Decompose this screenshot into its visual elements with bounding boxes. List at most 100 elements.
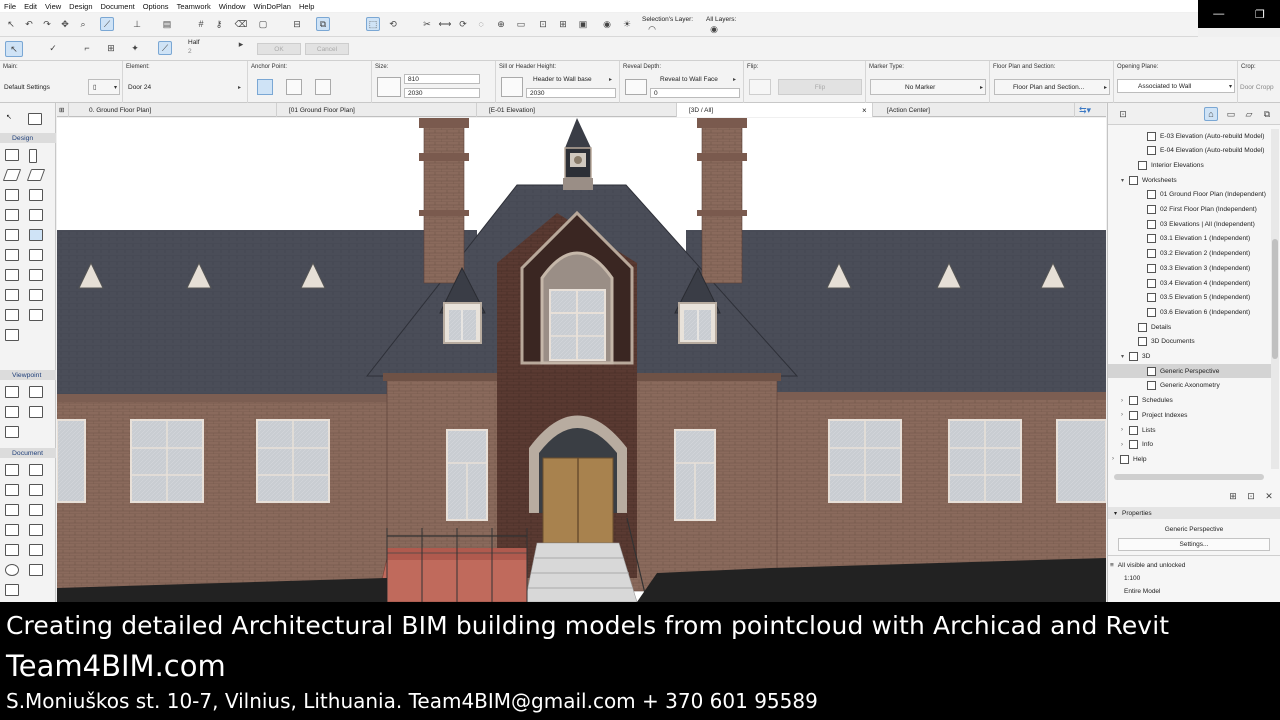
section-icon[interactable]: ⊡ <box>536 17 550 31</box>
height-field[interactable]: 2030 <box>404 88 480 98</box>
measure-icon[interactable]: ⟷ <box>438 17 452 31</box>
publisher-sets-icon[interactable]: ⧉ <box>1260 107 1274 121</box>
layers-icon[interactable]: ▤ <box>160 17 174 31</box>
hotspot-icon[interactable] <box>29 544 43 556</box>
elevation-icon[interactable]: ⊞ <box>556 17 570 31</box>
tab-menu-icon[interactable]: ⊞ <box>57 103 69 117</box>
trace-icon[interactable]: ⧉ <box>316 17 330 31</box>
expand-icon[interactable]: ▾ <box>1121 353 1129 360</box>
navigator-item[interactable]: Generic Perspective <box>1108 364 1272 379</box>
interior-elevation-icon[interactable] <box>5 406 19 418</box>
beam-icon[interactable] <box>2 169 22 181</box>
elevation-tool-icon[interactable] <box>29 386 43 398</box>
opening-icon[interactable] <box>29 309 43 321</box>
navigator-item[interactable]: E-03 Elevation (Auto-rebuild Model) <box>1108 129 1272 143</box>
arc-icon[interactable] <box>5 524 19 536</box>
properties-header[interactable]: ▾ Properties <box>1108 507 1280 519</box>
document-section-header[interactable]: Document <box>0 448 56 458</box>
undo-icon[interactable]: ↶ <box>22 17 36 31</box>
3d-view-icon[interactable]: ⬚ <box>366 17 380 31</box>
polyline-icon[interactable] <box>29 524 43 536</box>
layout-book-icon[interactable]: ▱ <box>1242 107 1256 121</box>
group-icon[interactable]: ▢ <box>256 17 270 31</box>
tab-e01-elevation[interactable]: [E-01 Elevation] <box>477 103 677 117</box>
model-view-row[interactable]: Entire Model <box>1108 586 1280 597</box>
menu-edit[interactable]: Edit <box>20 2 41 11</box>
menu-teamwork[interactable]: Teamwork <box>173 2 215 11</box>
settings-button[interactable]: Settings... <box>1118 538 1270 551</box>
magic-wand-icon[interactable]: ✦ <box>128 41 142 55</box>
render-icon[interactable]: ◉ <box>600 17 614 31</box>
figure-icon[interactable] <box>5 584 19 596</box>
navigator-item[interactable]: 03.2 Elevation 2 (Independent) <box>1108 247 1272 261</box>
design-section-header[interactable]: Design <box>0 133 56 143</box>
collapse-arrow-icon[interactable]: › <box>1121 412 1129 418</box>
all-layers-eye-icon[interactable]: ◉ <box>708 24 720 34</box>
zone-icon[interactable] <box>29 289 43 301</box>
3d-viewport[interactable] <box>57 118 1106 602</box>
circle-icon[interactable] <box>5 564 19 576</box>
navigator-item[interactable]: 02 First Floor Plan (Independent) <box>1108 203 1272 217</box>
tab-3d-all[interactable]: [3D / All] <box>677 103 873 117</box>
section-tool-icon[interactable] <box>5 386 19 398</box>
navigator-item[interactable]: Details <box>1108 320 1272 334</box>
skylight-icon[interactable] <box>29 249 43 261</box>
tab-list-icon[interactable]: ⇆▾ <box>1079 105 1091 116</box>
project-map-icon[interactable]: ⌂ <box>1204 107 1218 121</box>
mesh-icon[interactable] <box>5 309 19 321</box>
navigator-item[interactable]: 03.1 Elevation 1 (Independent) <box>1108 232 1272 246</box>
minimize-icon[interactable]: — <box>1213 8 1224 20</box>
pick-up-icon[interactable]: ⌕ <box>76 17 90 31</box>
navigator-item[interactable]: 01 Ground Floor Plan (Independent) <box>1108 188 1272 202</box>
column-icon[interactable] <box>29 149 37 163</box>
navigator-item[interactable]: 03.4 Elevation 4 (Independent) <box>1108 276 1272 290</box>
eraser-icon[interactable]: ⌫ <box>234 17 248 31</box>
pan-icon[interactable]: ✥ <box>58 17 72 31</box>
shell-icon[interactable] <box>29 189 43 201</box>
sill-arrow-icon[interactable]: ▸ <box>606 74 615 84</box>
close-tab-icon[interactable]: × <box>862 106 867 115</box>
element-arrow-icon[interactable]: ▸ <box>235 82 244 92</box>
geometry-method-icon[interactable]: ⟋ <box>158 41 172 55</box>
collapse-arrow-icon[interactable]: › <box>1121 427 1129 433</box>
slab-icon[interactable] <box>26 169 46 181</box>
reveal-field[interactable]: 0 <box>650 88 740 98</box>
layer-combination-row[interactable]: ≡ All visible and unlocked <box>1108 560 1280 571</box>
menu-file[interactable]: File <box>0 2 20 11</box>
navigator-item[interactable]: › Schedules <box>1108 394 1272 408</box>
grid-snap-icon[interactable]: # <box>194 17 208 31</box>
stair-icon[interactable] <box>5 209 19 221</box>
walk-icon[interactable]: ⟳ <box>456 17 470 31</box>
cancel-button[interactable]: Cancel <box>305 43 349 55</box>
navigator-item[interactable]: ▾ Worksheets <box>1108 173 1272 187</box>
menu-windoplan[interactable]: WinDoPlan <box>249 2 295 11</box>
clone-view-icon[interactable]: ⊡ <box>1244 489 1258 503</box>
tab-action-center[interactable]: [Action Center] <box>875 103 1075 117</box>
railing-icon[interactable] <box>29 209 43 221</box>
navigator-item[interactable]: E-04 Elevation (Auto-rebuild Model) <box>1108 144 1272 158</box>
menu-window[interactable]: Window <box>215 2 250 11</box>
navigator-item[interactable]: 03.6 Elevation 6 (Independent) <box>1108 305 1272 319</box>
lock-icon[interactable]: ⚷ <box>212 17 226 31</box>
menu-help[interactable]: Help <box>295 2 318 11</box>
horizontal-scrollbar[interactable] <box>1114 474 1264 480</box>
menu-view[interactable]: View <box>41 2 65 11</box>
navigator-item[interactable]: Interior Elevations <box>1108 158 1272 172</box>
object-icon[interactable] <box>5 269 19 281</box>
collapse-arrow-icon[interactable]: › <box>1112 456 1120 462</box>
scale-row[interactable]: 1:100 <box>1108 573 1280 584</box>
sill-field[interactable]: 2030 <box>526 88 616 98</box>
anchor-left-icon[interactable] <box>257 79 273 95</box>
scrollbar-thumb[interactable] <box>1272 239 1278 359</box>
cut-icon[interactable]: ✂ <box>420 17 434 31</box>
arrow-tool-icon[interactable]: ↖ <box>5 41 23 57</box>
redo-icon[interactable]: ↷ <box>40 17 54 31</box>
reveal-arrow-icon[interactable]: ▸ <box>730 74 739 84</box>
crop-value[interactable]: Door Cropp <box>1240 84 1274 91</box>
orbit-icon[interactable]: ⟲ <box>386 17 400 31</box>
collapse-arrow-icon[interactable]: › <box>1121 442 1129 448</box>
navigator-item[interactable]: 03.5 Elevation 5 (Independent) <box>1108 291 1272 305</box>
delete-view-icon[interactable]: ✕ <box>1262 489 1276 503</box>
text-tool-icon[interactable] <box>5 484 19 496</box>
marquee-icon[interactable] <box>28 113 42 125</box>
